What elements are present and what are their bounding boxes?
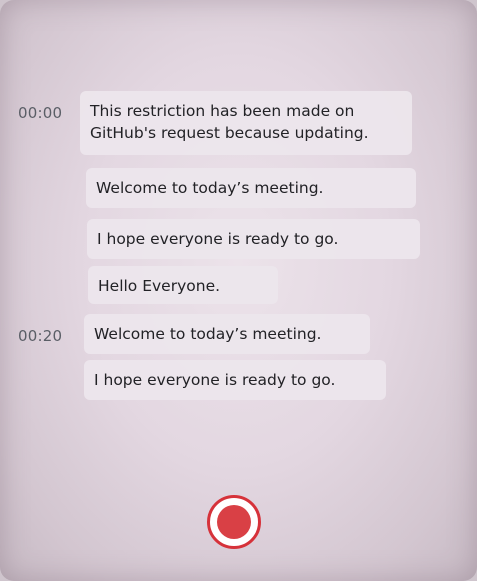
transcript-message: I hope everyone is ready to go. xyxy=(84,360,386,400)
message-line: GitHub's request because updating. xyxy=(90,124,369,142)
transcript-message: I hope everyone is ready to go. xyxy=(87,219,420,259)
transcript-message: Welcome to today’s meeting. xyxy=(84,314,370,354)
transcript-message: Hello Everyone. xyxy=(88,266,278,304)
transcript-message: Welcome to today’s meeting. xyxy=(86,168,416,208)
transcript-panel: 00:00 This restriction has been made on … xyxy=(0,0,477,581)
record-button[interactable] xyxy=(207,495,261,549)
transcript-message: This restriction has been made on GitHub… xyxy=(80,91,412,155)
message-line: This restriction has been made on xyxy=(90,102,355,120)
timestamp: 00:20 xyxy=(18,327,63,345)
record-icon xyxy=(217,505,251,539)
timestamp: 00:00 xyxy=(18,104,63,122)
